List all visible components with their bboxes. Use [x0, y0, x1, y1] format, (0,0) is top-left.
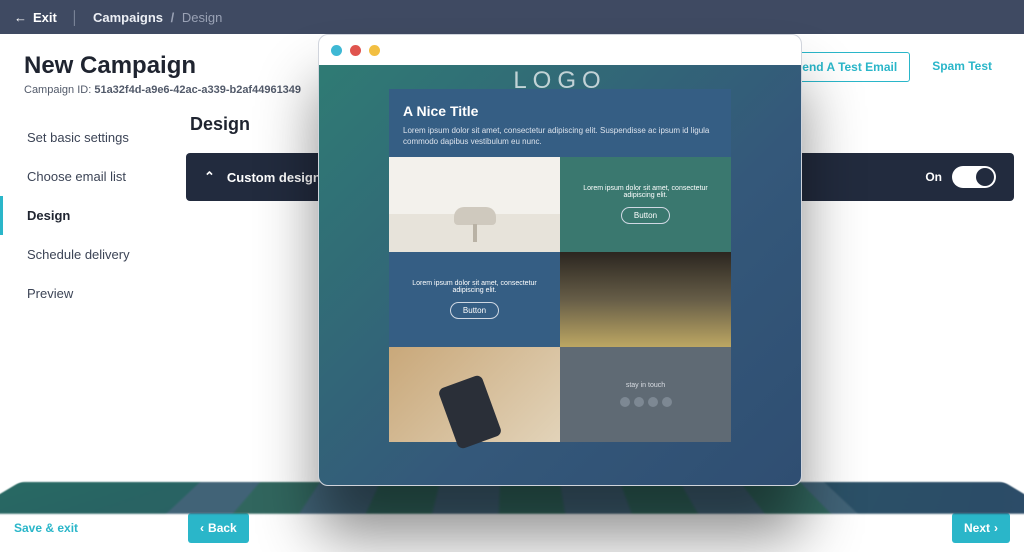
hero-body: Lorem ipsum dolor sit amet, consectetur … — [403, 125, 717, 147]
window-chrome — [319, 35, 801, 65]
exit-label: Exit — [33, 10, 57, 25]
email-image-phone — [389, 347, 560, 442]
exit-button[interactable]: ← Exit — [14, 10, 57, 25]
window-dot-2 — [350, 45, 361, 56]
window-dot-3 — [369, 45, 380, 56]
sidebar-item-design[interactable]: Design — [0, 196, 176, 235]
cell-text: Lorem ipsum dolor sit amet, consectetur … — [570, 185, 721, 199]
next-label: Next — [964, 521, 990, 535]
social-icon — [634, 397, 644, 407]
social-icon — [620, 397, 630, 407]
campaign-id-label: Campaign ID: — [24, 84, 91, 96]
social-icons — [620, 397, 672, 407]
social-icon — [648, 397, 658, 407]
email-image-bus — [560, 252, 731, 347]
window-dot-1 — [331, 45, 342, 56]
breadcrumb[interactable]: Campaigns / Design — [93, 10, 222, 25]
social-icon — [662, 397, 672, 407]
sidebar-item-email-list[interactable]: Choose email list — [0, 157, 176, 196]
campaign-id-value: 51a32f4d-a9e6-42ac-a339-b2af44961349 — [94, 84, 301, 96]
chevron-right-icon: › — [994, 521, 998, 535]
template-preview-window: LOGO A Nice Title Lorem ipsum dolor sit … — [318, 34, 802, 486]
back-button[interactable]: ‹ Back — [188, 513, 249, 543]
email-cell-blue: Lorem ipsum dolor sit amet, consectetur … — [389, 252, 560, 347]
breadcrumb-sep: / — [171, 10, 175, 25]
sidebar-item-schedule[interactable]: Schedule delivery — [0, 235, 176, 274]
email-hero: A Nice Title Lorem ipsum dolor sit amet,… — [389, 89, 731, 157]
chevron-left-icon: ‹ — [200, 521, 204, 535]
preview-reflection — [0, 482, 1024, 514]
email-button: Button — [621, 207, 670, 224]
stay-in-touch: stay in touch — [626, 382, 665, 389]
toggle-label: On — [925, 170, 942, 184]
save-and-exit-button[interactable]: Save & exit — [14, 521, 78, 535]
separator: │ — [71, 10, 79, 25]
email-logo: LOGO — [389, 65, 731, 89]
breadcrumb-current: Design — [182, 10, 222, 25]
page-title: New Campaign — [24, 52, 301, 80]
sidebar-item-basic-settings[interactable]: Set basic settings — [0, 118, 176, 157]
email-cell-teal: Lorem ipsum dolor sit amet, consectetur … — [560, 157, 731, 252]
step-sidebar: Set basic settings Choose email list Des… — [0, 100, 176, 313]
email-image-chair — [389, 157, 560, 252]
next-button[interactable]: Next › — [952, 513, 1010, 543]
breadcrumb-root: Campaigns — [93, 10, 163, 25]
hero-title: A Nice Title — [403, 103, 717, 119]
sidebar-item-preview[interactable]: Preview — [0, 274, 176, 313]
spam-test-button[interactable]: Spam Test — [920, 52, 1004, 80]
back-label: Back — [208, 521, 237, 535]
template-toggle[interactable] — [952, 166, 996, 188]
chevron-up-icon: ⌃ — [204, 169, 215, 185]
email-button: Button — [450, 302, 499, 319]
email-cell-stay: stay in touch — [560, 347, 731, 442]
arrow-left-icon: ← — [14, 10, 27, 25]
cell-text: Lorem ipsum dolor sit amet, consectetur … — [399, 280, 550, 294]
